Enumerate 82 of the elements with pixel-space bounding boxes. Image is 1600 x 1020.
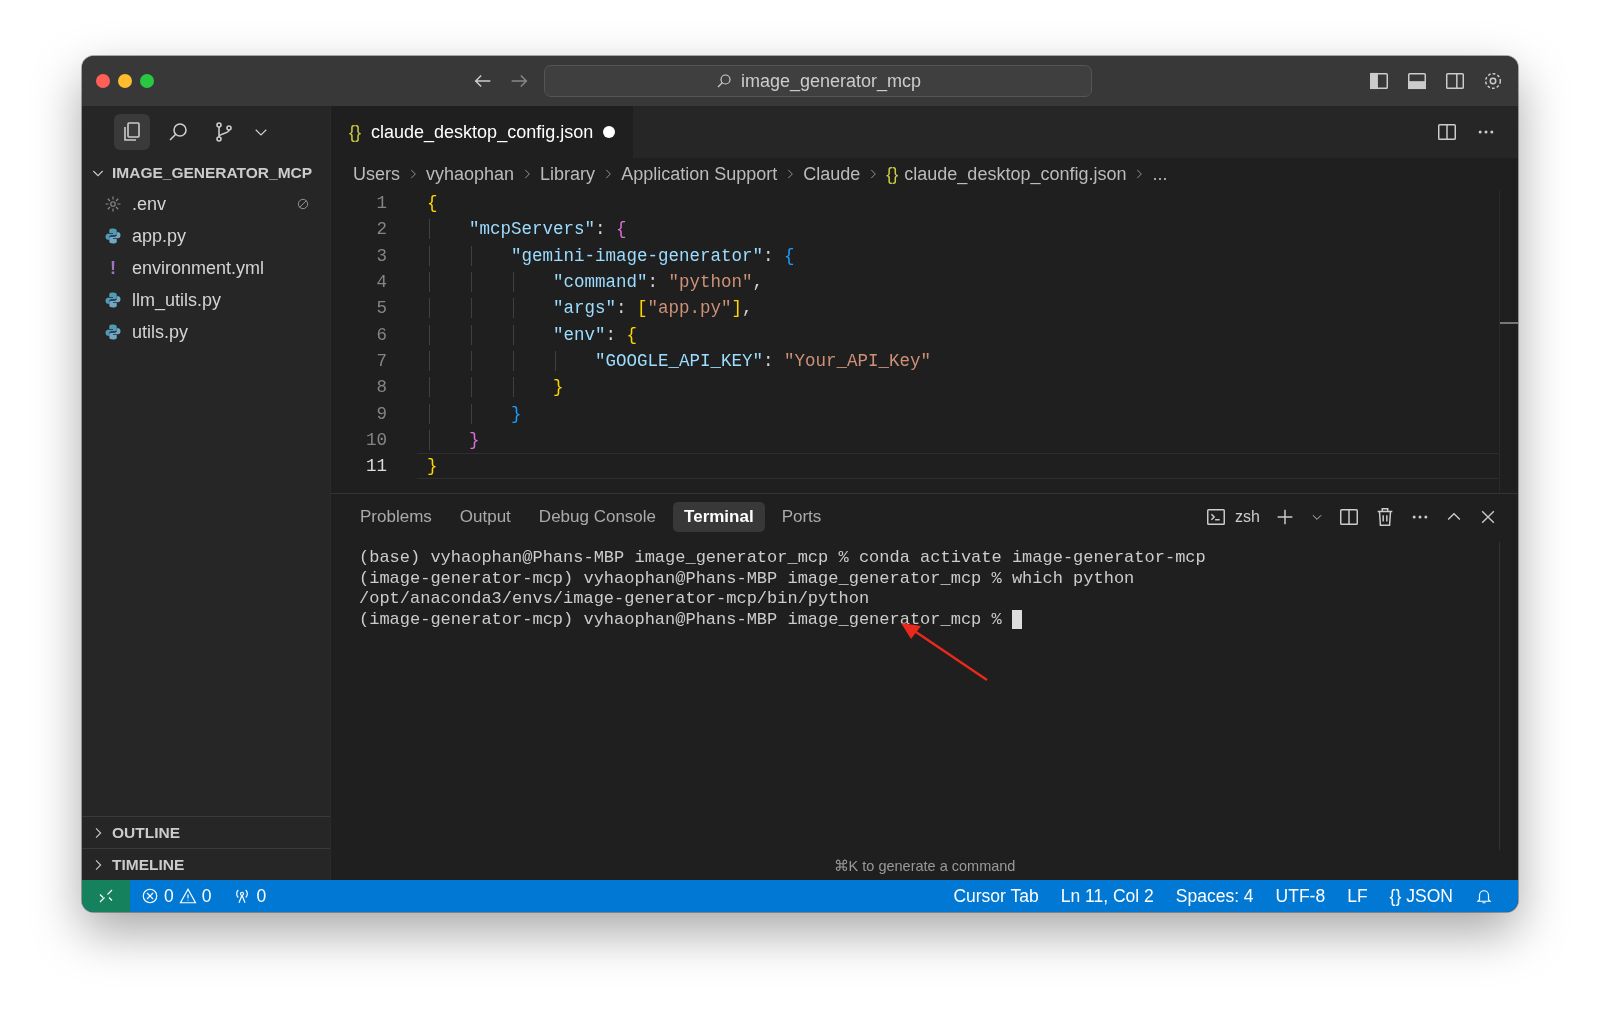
language-status[interactable]: {} JSON [1378,885,1464,907]
split-terminal-icon[interactable] [1338,506,1360,528]
problems-status[interactable]: 0 0 [130,885,223,907]
terminal-line: /opt/anaconda3/envs/image-generator-mcp/bin/python [359,589,870,610]
split-editor-icon[interactable] [1436,121,1458,143]
line-number: 8 [375,377,387,398]
warning-icon [178,887,197,905]
file-item[interactable]: app.py [82,220,330,252]
json-file-icon: {} [349,121,362,143]
status-item[interactable]: Ln 11, Col 2 [1049,885,1165,907]
line-number: 4 [375,272,387,293]
terminal-line: (image-generator-mcp) vyhaophan@Phans-MBP image_generator_mcp % which python [359,568,1135,589]
panel-tab[interactable]: Terminal [673,502,765,532]
zoom-window-button[interactable] [140,74,154,88]
breadcrumb-item[interactable]: Application Support [621,163,778,185]
breadcrumb-item[interactable]: Users [353,163,400,185]
remote-button[interactable] [82,880,130,912]
panel-tab[interactable]: Problems [349,502,443,532]
status-item[interactable]: UTF-8 [1264,885,1337,907]
python-icon [104,291,122,309]
terminal-icon [1205,506,1228,528]
code-line: "args": ["app.py"], [552,298,753,319]
status-item[interactable]: Spaces: 4 [1164,885,1265,907]
line-number: 7 [375,350,387,371]
command-center-search[interactable]: image_generator_mcp [544,65,1092,97]
breadcrumb-item[interactable]: ... [1152,163,1168,185]
breadcrumb-item[interactable]: Library [540,163,596,185]
terminal-profile[interactable]: zsh [1205,506,1260,528]
close-window-button[interactable] [96,74,110,88]
line-number: 9 [375,403,387,424]
code-line: } [510,403,522,424]
error-icon [141,887,159,905]
settings-icon[interactable] [1482,70,1504,92]
status-item[interactable]: LF [1336,885,1379,907]
line-number: 5 [375,298,387,319]
code-line: } [427,456,438,477]
file-item[interactable]: .env [82,188,330,220]
file-item[interactable]: utils.py [82,316,330,348]
code-line: "GOOGLE_API_KEY": "Your_API_Key" [594,350,932,371]
panel-tab[interactable]: Debug Console [527,502,668,532]
panel-tab[interactable]: Ports [770,502,833,532]
line-number: 10 [365,429,387,450]
line-number: 11 [365,456,387,477]
ports-status[interactable]: 0 [222,885,278,907]
code-line: "gemini-image-generator": { [510,245,795,266]
toggle-sidebar-icon[interactable] [1368,70,1390,92]
breadcrumb-item[interactable]: vyhaophan [426,163,515,185]
line-number: 6 [375,324,387,345]
code-line: "command": "python", [552,272,764,293]
breadcrumb-item[interactable]: Claude [803,163,861,185]
yaml-icon: ! [104,257,122,279]
terminal-cursor [1011,610,1022,630]
editor-tab[interactable]: {} claude_desktop_config.json [331,106,634,158]
remote-icon [97,887,115,905]
python-icon [104,323,122,341]
code-line: "mcpServers": { [468,219,627,240]
activity-button[interactable] [114,114,150,150]
bell-icon[interactable] [1475,887,1493,905]
minimize-window-button[interactable] [118,74,132,88]
file-item[interactable]: ! environment.yml [82,252,330,284]
folder-header[interactable]: IMAGE_GENERATOR_MCP [82,158,330,188]
ignored-icon [296,197,310,211]
status-item[interactable]: Cursor Tab [942,885,1050,907]
code-line: } [552,377,564,398]
file-item[interactable]: llm_utils.py [82,284,330,316]
panel-tab[interactable]: Output [448,502,522,532]
breadcrumb-item[interactable]: claude_desktop_config.json [904,163,1127,185]
code-line: { [427,193,438,214]
toggle-panel-icon[interactable] [1406,70,1428,92]
json-file-icon: {} [886,163,899,185]
terminal-line: (image-generator-mcp) vyhaophan@Phans-MBP image_generator_mcp % [359,609,1003,630]
toggle-secondary-sidebar-icon[interactable] [1444,70,1466,92]
command-hint: ⌘K to generate a command [833,858,1016,874]
section-header[interactable]: OUTLINE [82,816,330,848]
line-number: 2 [375,219,387,240]
terminal-line: (base) vyhaophan@Phans-MBP image_generator_mcp % conda activate image-generator-mcp [359,548,1206,569]
python-icon [104,227,122,245]
code-editor[interactable]: 1 { 2 "mcpServers": { 3 "gemini-image-generator": { 4 "command": "python", 5 "args": ["app.py"], 6 "env": { 7 "GOOGLE_API_KEY": "Your_API_Key" 8 } 9 } 10 } 11 } [331,190,1518,494]
line-number: 1 [375,193,387,214]
code-line: } [468,429,480,450]
line-number: 3 [375,245,387,266]
code-line: "env": { [552,324,638,345]
